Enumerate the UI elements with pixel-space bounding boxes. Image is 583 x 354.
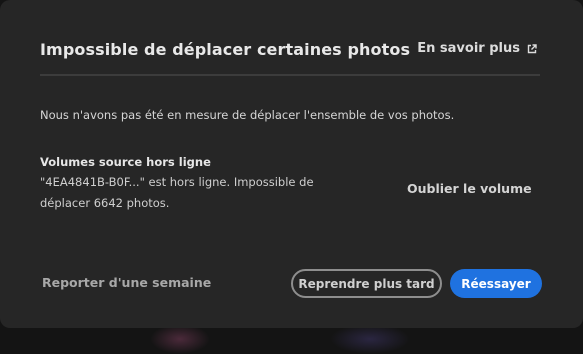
dialog-title: Impossible de déplacer certaines photos <box>40 40 410 59</box>
external-link-icon <box>527 44 537 54</box>
header-divider <box>40 74 540 76</box>
dialog-message: Nous n'avons pas été en mesure de déplac… <box>40 108 454 122</box>
backdrop-glow <box>330 324 410 354</box>
retry-button[interactable]: Réessayer <box>450 269 542 298</box>
learn-more-link[interactable]: En savoir plus <box>417 41 537 56</box>
learn-more-label: En savoir plus <box>417 41 520 56</box>
postpone-week-button[interactable]: Reporter d'une semaine <box>42 275 211 290</box>
forget-volume-button[interactable]: Oublier le volume <box>407 181 532 196</box>
offline-volume-description: "4EA4841B-B0F..." est hors ligne. Imposs… <box>40 172 320 214</box>
resume-later-button[interactable]: Reprendre plus tard <box>291 269 442 298</box>
offline-volumes-heading: Volumes source hors ligne <box>40 155 211 169</box>
backdrop-glow <box>150 324 210 354</box>
move-photos-error-dialog: Impossible de déplacer certaines photos … <box>0 0 583 328</box>
